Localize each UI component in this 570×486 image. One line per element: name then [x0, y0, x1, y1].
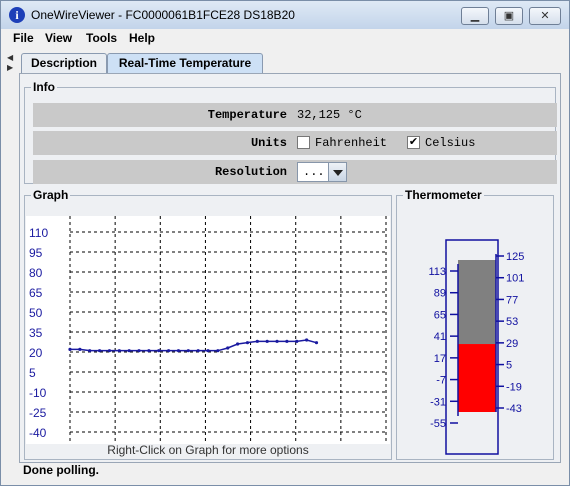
splitter-arrows[interactable]: ◀ ▶	[7, 53, 17, 73]
menu-tools[interactable]: Tools	[86, 31, 117, 45]
temperature-point	[186, 349, 190, 353]
temperature-point	[295, 339, 299, 343]
graph-y-tick-label: 110	[29, 226, 48, 240]
graph-y-tick-label: 80	[29, 266, 43, 280]
temperature-graph[interactable]: 110 95 80 65 50 35 20 5 -10 -25 -40 Right-Click on …	[26, 216, 390, 468]
graph-plot-background	[26, 216, 390, 444]
fahrenheit-tick-label: -31	[430, 396, 446, 408]
temperature-point	[305, 338, 309, 342]
temperature-point	[245, 341, 250, 345]
status-text: Done polling.	[23, 463, 99, 477]
celsius-tick-label: 125	[506, 251, 524, 263]
temperature-point	[206, 349, 210, 353]
fahrenheit-tick-label: 89	[434, 288, 446, 300]
resolution-row: Resolution ...	[33, 160, 557, 184]
units-label: Units	[250, 136, 287, 150]
fahrenheit-label: Fahrenheit	[315, 136, 388, 150]
celsius-label: Celsius	[425, 136, 476, 150]
menu-view[interactable]: View	[45, 31, 72, 45]
app-window: i OneWireViewer - FC0000061B1FCE28 DS18B…	[0, 0, 570, 486]
units-row: Units Fahrenheit ✔ Celsius	[33, 131, 557, 155]
graph-y-tick-label: 20	[29, 346, 43, 360]
graph-hint-text: Right-Click on Graph for more options	[107, 443, 308, 457]
temperature-point	[236, 342, 240, 346]
graph-legend: Graph	[33, 188, 69, 202]
celsius-tick-label: 29	[506, 338, 518, 350]
temperature-label: Temperature	[207, 108, 287, 122]
tab-panel: Info Temperature 32,125 °C Units Fahrenh…	[19, 73, 561, 463]
temperature-point	[137, 349, 141, 353]
celsius-checkbox[interactable]: ✔	[407, 136, 420, 149]
minimize-button[interactable]: ▁	[461, 7, 489, 25]
temperature-point	[314, 341, 319, 345]
maximize-button[interactable]: ▣	[495, 7, 523, 25]
temperature-point	[68, 347, 72, 351]
temperature-point	[97, 349, 102, 353]
info-legend: Info	[33, 80, 55, 94]
celsius-tick-label: -43	[506, 403, 522, 415]
fahrenheit-checkbox[interactable]	[297, 136, 310, 149]
temperature-point	[226, 346, 230, 350]
graph-y-tick-label: -40	[29, 426, 47, 440]
graph-y-tick-label: 65	[29, 286, 43, 300]
title-bar[interactable]: i OneWireViewer - FC0000061B1FCE28 DS18B…	[1, 1, 569, 29]
info-icon: i	[9, 7, 25, 23]
resolution-combobox[interactable]: ...	[297, 162, 347, 182]
thermometer-mercury	[458, 344, 496, 412]
temperature-point	[78, 347, 82, 351]
tab-real-time-temperature[interactable]: Real-Time Temperature	[107, 53, 263, 74]
resolution-value: ...	[303, 165, 325, 179]
temperature-point	[166, 349, 171, 353]
celsius-tick-label: 101	[506, 273, 524, 285]
temperature-point	[176, 349, 181, 353]
fahrenheit-tick-label: 17	[434, 353, 446, 365]
graph-y-tick-label: 35	[29, 326, 43, 340]
menu-bar: File View Tools Help	[1, 29, 569, 49]
temperature-point	[196, 349, 200, 353]
fahrenheit-tick-label: 113	[428, 266, 446, 278]
thermometer-empty	[458, 260, 496, 345]
menu-help[interactable]: Help	[129, 31, 155, 45]
temperature-point	[117, 349, 121, 353]
temperature-value: 32,125 °C	[297, 108, 362, 122]
temperature-point	[255, 339, 259, 343]
temperature-point	[157, 349, 161, 353]
thermometer-legend: Thermometer	[405, 188, 482, 202]
temperature-point	[265, 339, 269, 343]
info-group: Info Temperature 32,125 °C Units Fahrenh…	[24, 80, 557, 184]
celsius-tick-label: 5	[506, 360, 512, 372]
temperature-point	[147, 349, 151, 353]
celsius-tick-label: -19	[506, 381, 522, 393]
graph-y-tick-label: 50	[29, 306, 43, 320]
chevron-down-icon[interactable]	[328, 163, 346, 181]
thermometer-widget: 125 101 77 53 29 5 -19 -43 113 89 65 41 17 -7 -31 -55	[428, 239, 524, 455]
close-button[interactable]: ✕	[529, 7, 561, 25]
resolution-label: Resolution	[214, 165, 287, 179]
temperature-point	[127, 349, 131, 353]
fahrenheit-tick-label: -55	[430, 418, 446, 430]
temperature-point	[275, 339, 279, 343]
menu-file[interactable]: File	[13, 31, 34, 45]
celsius-tick-label: 53	[506, 316, 518, 328]
temperature-point	[88, 349, 92, 353]
thermometer-group: Thermometer 125 101 77 53 29 5 -19 -43 113 89 65 41…	[396, 188, 554, 460]
temperature-point	[107, 349, 112, 353]
fahrenheit-tick-label: -7	[436, 375, 446, 387]
tab-description[interactable]: Description	[21, 53, 107, 73]
window-title: OneWireViewer - FC0000061B1FCE28 DS18B20	[31, 8, 295, 22]
fahrenheit-tick-label: 41	[434, 331, 446, 343]
temperature-point	[216, 349, 220, 353]
fahrenheit-tick-label: 65	[434, 309, 446, 321]
graph-y-tick-label: 5	[29, 366, 36, 380]
graph-y-tick-label: -10	[29, 386, 47, 400]
temperature-point	[285, 339, 289, 343]
graph-y-tick-label: 95	[29, 246, 43, 260]
graph-y-tick-label: -25	[29, 406, 47, 420]
graph-group: Graph 110 95 80 65 50 35 20 5 -10 -25 -40 Right-Cli…	[24, 188, 392, 460]
celsius-tick-label: 77	[506, 294, 518, 306]
temperature-row: Temperature 32,125 °C	[33, 103, 557, 127]
